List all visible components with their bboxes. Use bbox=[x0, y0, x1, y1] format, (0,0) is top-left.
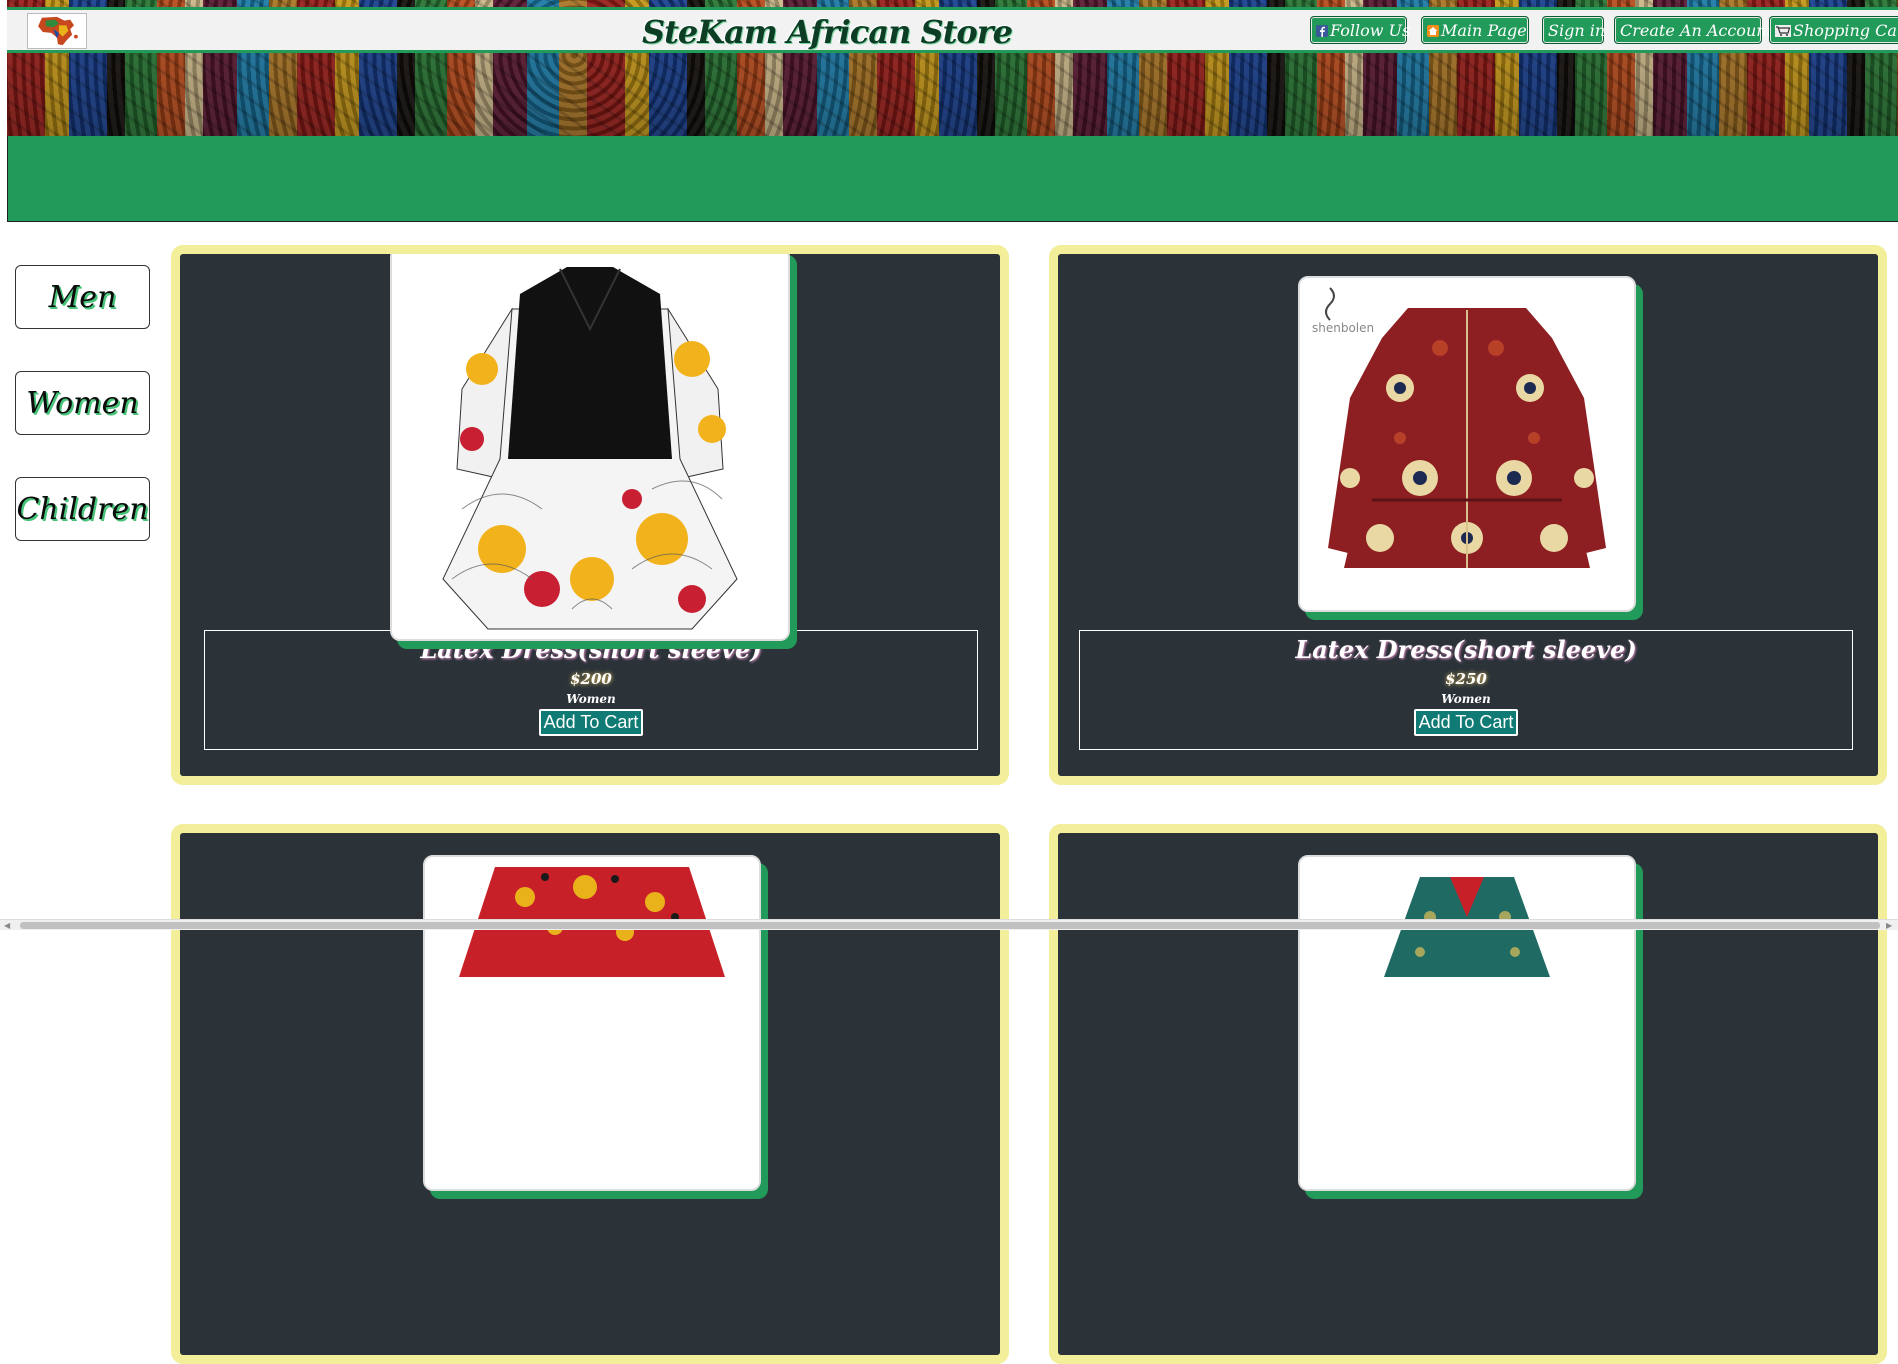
product-price: $200 bbox=[570, 670, 612, 688]
add-to-cart-button[interactable]: Add To Cart bbox=[1413, 709, 1519, 736]
add-to-cart-button[interactable]: Add To Cart bbox=[538, 709, 644, 736]
sidebar-item-men[interactable]: Men bbox=[15, 265, 150, 329]
product-card bbox=[1049, 824, 1887, 1364]
top-navigation-bar: SteKam African Store Follow Us Main Page… bbox=[7, 7, 1898, 53]
sidebar-item-label: Men bbox=[48, 280, 117, 315]
horizontal-scrollbar[interactable]: ◀ ▶ bbox=[0, 919, 1898, 930]
product-image[interactable] bbox=[1298, 855, 1636, 1191]
follow-us-label: Follow Us bbox=[1330, 21, 1411, 40]
sidebar-item-label: Women bbox=[26, 386, 139, 421]
product-card bbox=[171, 824, 1009, 1364]
facebook-icon bbox=[1316, 18, 1328, 37]
peplum-top-image bbox=[392, 254, 788, 639]
product-price: $250 bbox=[1445, 670, 1487, 688]
product-info-box: Latex Dress(short sleeve) $250 Women Add… bbox=[1079, 630, 1853, 750]
shopping-cart-button[interactable]: Shopping Cart bbox=[1769, 16, 1898, 44]
svg-text:shenbolen: shenbolen bbox=[1312, 321, 1374, 335]
create-account-label: Create An Account bbox=[1620, 21, 1773, 40]
print-shirt-image bbox=[425, 857, 759, 1189]
product-category: Women bbox=[566, 692, 616, 706]
product-image[interactable] bbox=[390, 254, 790, 641]
print-coat-image bbox=[1300, 857, 1634, 1189]
product-image[interactable]: shenbolen bbox=[1298, 276, 1636, 612]
main-page-button[interactable]: Main Page bbox=[1421, 16, 1529, 44]
banner-green-band bbox=[7, 136, 1898, 222]
sidebar-item-children[interactable]: Children bbox=[15, 477, 150, 541]
peplum-jacket-image: shenbolen bbox=[1300, 278, 1634, 610]
product-card: Latex Dress(short sleeve) $200 Women Add… bbox=[171, 245, 1009, 785]
product-image[interactable] bbox=[423, 855, 761, 1191]
create-account-button[interactable]: Create An Account bbox=[1614, 16, 1773, 44]
cart-icon bbox=[1775, 18, 1791, 37]
main-page-label: Main Page bbox=[1441, 21, 1527, 40]
sidebar-item-label: Children bbox=[16, 492, 149, 527]
home-icon bbox=[1427, 18, 1439, 37]
product-category: Women bbox=[1441, 692, 1491, 706]
product-name: Latex Dress(short sleeve) bbox=[1295, 635, 1637, 664]
follow-us-button[interactable]: Follow Us bbox=[1310, 16, 1411, 44]
product-info-box: Latex Dress(short sleeve) $200 Women Add… bbox=[204, 630, 978, 750]
sign-in-label: Sign in bbox=[1548, 21, 1606, 40]
sign-in-button[interactable]: Sign in bbox=[1542, 16, 1606, 44]
scroll-left-icon[interactable]: ◀ bbox=[4, 921, 10, 930]
sidebar-item-women[interactable]: Women bbox=[15, 371, 150, 435]
product-card: shenbolen Latex Dress(short sleeve) $250… bbox=[1049, 245, 1887, 785]
scrollbar-thumb[interactable] bbox=[20, 922, 1880, 929]
scroll-right-icon[interactable]: ▶ bbox=[1886, 921, 1892, 930]
shopping-cart-label: Shopping Cart bbox=[1793, 21, 1898, 40]
